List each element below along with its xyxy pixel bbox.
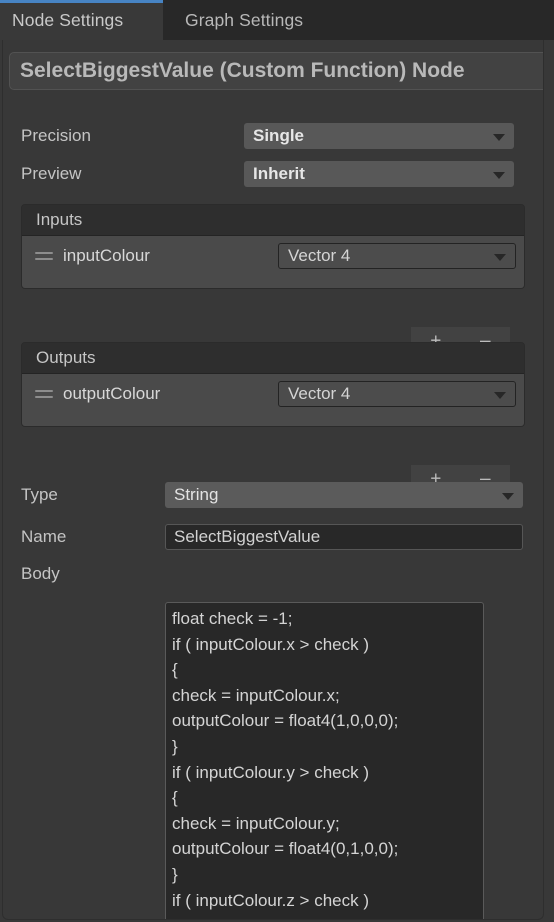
type-value: String: [174, 485, 219, 504]
chevron-down-icon: [502, 493, 514, 500]
precision-label: Precision: [21, 126, 91, 145]
precision-dropdown[interactable]: Single: [244, 123, 514, 149]
table-row[interactable]: inputColour Vector 4: [22, 236, 524, 276]
precision-value: Single: [253, 126, 305, 145]
chevron-down-icon: [494, 392, 506, 399]
chevron-down-icon: [494, 254, 506, 261]
output-slot-type-value: Vector 4: [288, 384, 351, 403]
body-code-text: float check = -1; if ( inputColour.x > c…: [172, 609, 399, 919]
drag-handle-icon[interactable]: [35, 252, 53, 260]
drag-handle-icon[interactable]: [35, 390, 53, 398]
output-slot-type-dropdown[interactable]: Vector 4: [278, 381, 516, 407]
node-settings-inspector: Node Settings Graph Settings SelectBigge…: [0, 0, 554, 922]
outputs-list: Outputs outputColour Vector 4: [21, 342, 525, 427]
type-row: Type: [21, 482, 161, 508]
input-slot-type-dropdown[interactable]: Vector 4: [278, 243, 516, 269]
settings-panel: SelectBiggestValue (Custom Function) Nod…: [2, 40, 544, 920]
name-label: Name: [21, 527, 67, 546]
node-title-text: SelectBiggestValue (Custom Function) Nod…: [20, 59, 465, 82]
tab-node-settings[interactable]: Node Settings: [0, 0, 163, 40]
inputs-list: Inputs inputColour Vector 4: [21, 204, 525, 289]
input-slot-type-value: Vector 4: [288, 246, 351, 265]
chevron-down-icon: [493, 172, 505, 179]
node-title: SelectBiggestValue (Custom Function) Nod…: [9, 52, 543, 90]
outputs-list-header: Outputs: [22, 343, 524, 374]
body-row: Body: [21, 561, 161, 587]
type-label: Type: [21, 485, 58, 504]
inputs-list-footer-spacer: [22, 276, 524, 288]
tab-strip: Node Settings Graph Settings: [0, 0, 554, 40]
inputs-list-header: Inputs: [22, 205, 524, 236]
inputs-list-header-label: Inputs: [36, 210, 83, 229]
name-input-value: SelectBiggestValue: [174, 527, 321, 546]
name-input[interactable]: SelectBiggestValue: [165, 524, 523, 550]
body-label: Body: [21, 564, 60, 583]
preview-dropdown[interactable]: Inherit: [244, 161, 514, 187]
preview-value: Inherit: [253, 164, 305, 183]
outputs-list-header-label: Outputs: [36, 348, 96, 367]
output-slot-name: outputColour: [63, 384, 161, 403]
outputs-list-footer-spacer: [22, 414, 524, 426]
tab-graph-settings[interactable]: Graph Settings: [163, 0, 319, 40]
chevron-down-icon: [493, 134, 505, 141]
input-slot-name: inputColour: [63, 246, 150, 265]
table-row[interactable]: outputColour Vector 4: [22, 374, 524, 414]
tab-graph-settings-label: Graph Settings: [185, 9, 304, 30]
body-code-editor[interactable]: float check = -1; if ( inputColour.x > c…: [165, 602, 484, 919]
type-dropdown[interactable]: String: [165, 482, 523, 508]
preview-label: Preview: [21, 164, 82, 183]
tab-node-settings-label: Node Settings: [12, 9, 124, 30]
name-row: Name: [21, 524, 161, 550]
